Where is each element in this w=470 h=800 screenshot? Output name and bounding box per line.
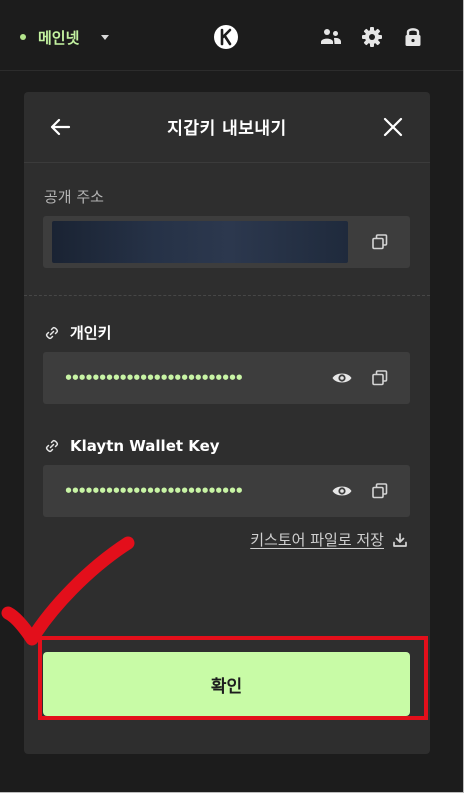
network-selector[interactable]: 메인넷 [20, 25, 110, 49]
close-icon[interactable] [381, 115, 405, 139]
app-window: 메인넷 지갑키 내보내기 공개 주소 개인키 •••••••••••••••••… [0, 0, 464, 793]
private-key-label: 개인키 [44, 322, 111, 343]
download-icon [393, 532, 407, 547]
save-keystore-link[interactable]: 키스토어 파일로 저장 [250, 529, 408, 550]
private-key-field: •••••••••••••••••••••••••• [43, 352, 410, 404]
lock-icon[interactable] [401, 25, 425, 49]
network-label: 메인넷 [38, 28, 80, 47]
confirm-button[interactable]: 확인 [43, 652, 410, 716]
copy-icon[interactable] [370, 481, 390, 501]
public-address-label: 공개 주소 [44, 188, 104, 206]
public-address-field [43, 216, 410, 268]
link-icon [45, 439, 59, 453]
panel-title: 지갑키 내보내기 [167, 119, 287, 139]
copy-icon[interactable] [370, 232, 390, 252]
panel-header: 지갑키 내보내기 [24, 92, 430, 163]
section-divider [24, 295, 430, 296]
network-status-dot [20, 34, 26, 40]
accounts-icon[interactable] [319, 25, 343, 49]
private-key-masked-value: •••••••••••••••••••••••••• [64, 369, 244, 387]
back-arrow-icon[interactable] [48, 115, 72, 139]
chevron-down-icon [101, 34, 110, 40]
wallet-key-label: Klaytn Wallet Key [44, 437, 220, 455]
wallet-key-masked-value: •••••••••••••••••••••••••• [64, 482, 244, 500]
top-bar: 메인넷 [0, 0, 463, 71]
private-key-label-text: 개인키 [70, 324, 112, 342]
public-address-value-redacted [52, 221, 348, 263]
wallet-key-field: •••••••••••••••••••••••••• [43, 465, 410, 517]
logo-icon [213, 24, 239, 50]
save-keystore-label: 키스토어 파일로 저장 [250, 531, 384, 549]
eye-icon[interactable] [331, 481, 353, 501]
wallet-key-label-text: Klaytn Wallet Key [70, 437, 220, 455]
eye-icon[interactable] [331, 368, 353, 388]
gear-icon[interactable] [360, 25, 384, 49]
copy-icon[interactable] [370, 368, 390, 388]
link-icon [45, 326, 59, 339]
export-wallet-key-panel: 지갑키 내보내기 공개 주소 개인키 •••••••••••••••••••••… [24, 92, 430, 754]
